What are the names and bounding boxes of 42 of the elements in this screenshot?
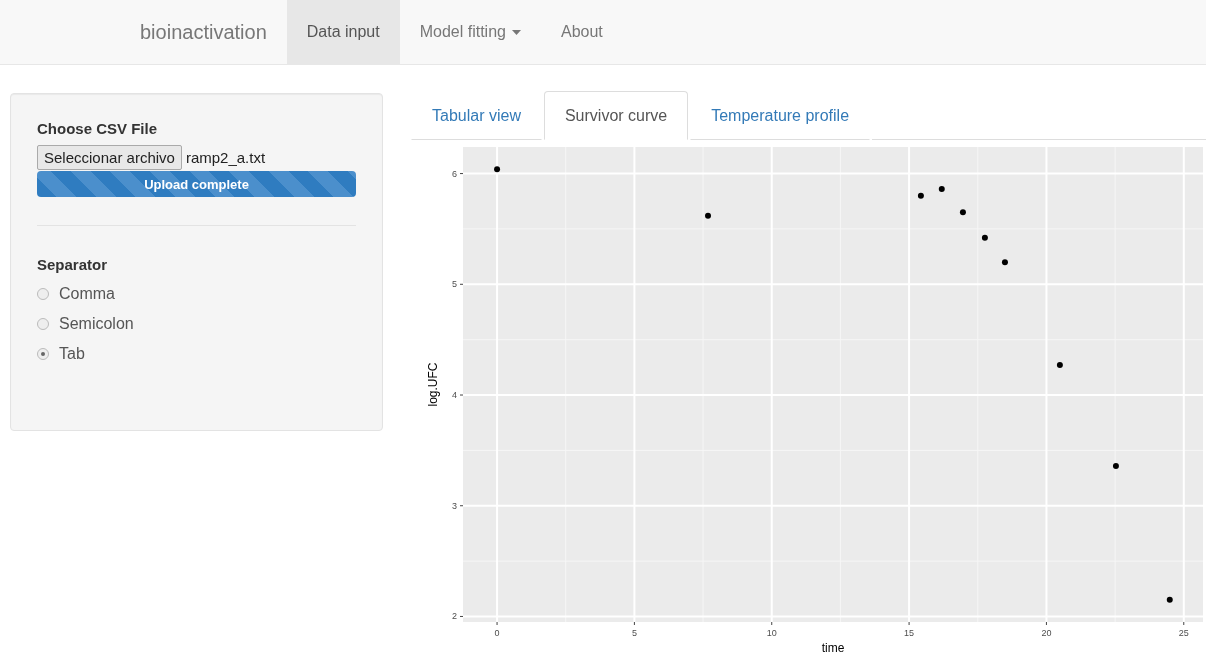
nav-item[interactable]: Data input [286,0,400,64]
caret-icon [511,29,521,35]
y-tick-label: 2 [452,611,457,622]
radio-button[interactable] [37,288,49,300]
x-axis-label: time [821,641,845,655]
x-tick-label: 10 [766,628,777,638]
data-point [494,166,501,173]
nav-item[interactable]: About [540,0,623,64]
radio-label[interactable]: Comma [59,285,115,303]
y-tick-label: 5 [452,279,457,290]
y-tick-label: 4 [452,390,457,400]
x-tick-label: 20 [1041,628,1052,638]
data-point [981,234,988,241]
data-point [917,192,924,199]
data-point [705,212,711,219]
file-label: Choose CSV File [37,120,159,137]
data-point [1166,596,1173,603]
x-tick-label: 0 [494,628,500,638]
nav-item[interactable]: Model fitting [399,0,541,64]
radio-label[interactable]: Semicolon [59,315,134,333]
file-name: ramp2_a.txt [185,149,266,166]
x-tick-label: 5 [631,628,637,638]
data-point [959,209,966,216]
tab[interactable]: Survivor curve [543,91,689,140]
app-brand[interactable]: bioinactivation [126,0,281,64]
data-point [1112,462,1119,469]
y-tick-label: 3 [452,500,457,511]
x-tick-label: 15 [904,628,915,638]
tab[interactable]: Temperature profile [690,91,871,140]
data-point [1056,362,1063,369]
y-tick-label: 6 [452,168,457,179]
radio-button[interactable] [37,318,49,330]
tab[interactable]: Tabular view [411,91,542,140]
radio-label[interactable]: Tab [59,345,85,363]
y-axis-label: log.UFC [426,362,440,407]
separator-label: Separator [37,256,109,273]
x-tick-label: 25 [1178,628,1189,638]
choose-file-button[interactable]: Seleccionar archivo [37,145,182,170]
radio-button[interactable] [37,348,49,360]
data-point [1001,259,1008,266]
progress-label: Upload complete [143,175,250,194]
data-point [938,186,945,193]
